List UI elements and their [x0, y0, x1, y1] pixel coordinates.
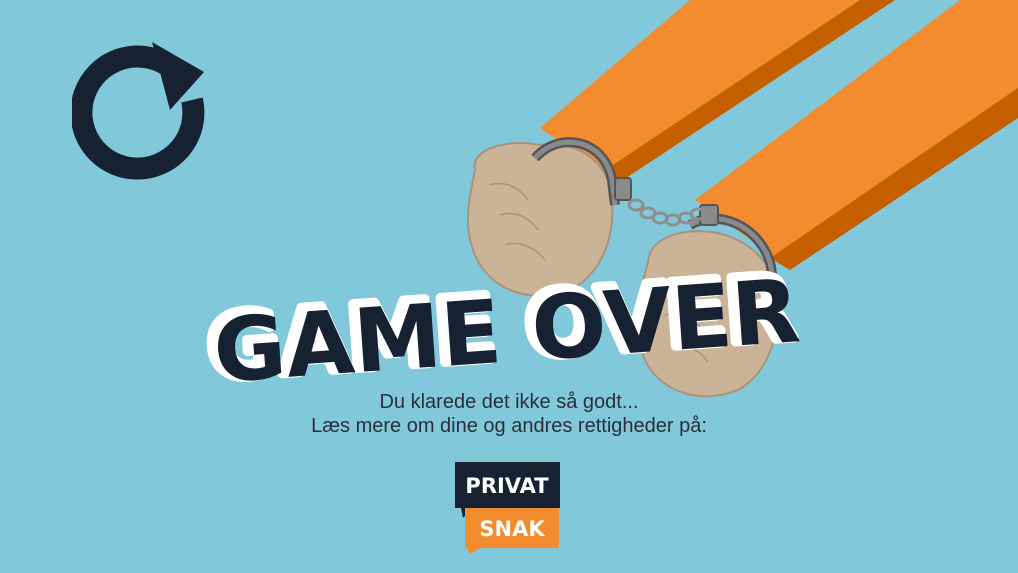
message-line-2: Læs mere om dine og andres rettigheder p…	[311, 415, 707, 437]
privat-snak-logo-link[interactable]: PRIVAT SNAK	[455, 462, 563, 554]
privat-snak-logo: PRIVAT SNAK	[455, 462, 560, 554]
restart-icon	[70, 42, 205, 180]
game-over-message: Du klarede det ikke så godt... Læs mere …	[0, 390, 1018, 438]
logo-word-snak: SNAK	[479, 517, 545, 541]
logo-word-privat: PRIVAT	[465, 474, 549, 498]
game-over-screen: GAME OVER GAME OVER Du klarede det ikke …	[0, 0, 1018, 573]
game-over-title-text: GAME OVER	[210, 262, 803, 382]
game-over-title: GAME OVER GAME OVER	[199, 262, 803, 382]
message-line-1: Du klarede det ikke så godt...	[379, 391, 639, 413]
restart-button[interactable]	[70, 42, 222, 192]
